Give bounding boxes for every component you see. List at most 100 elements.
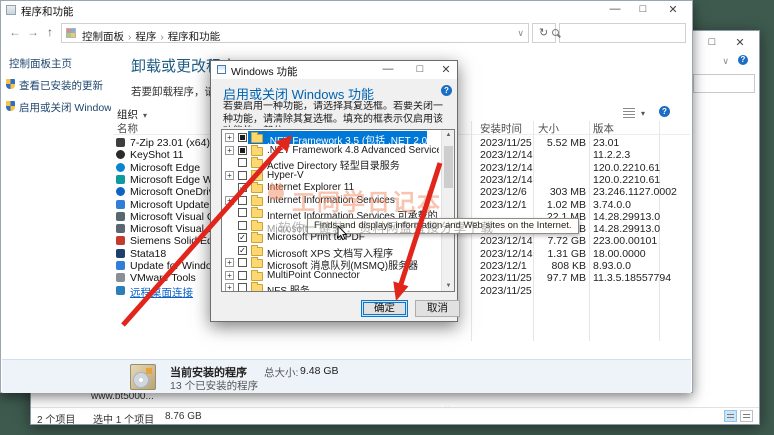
- folder-icon: [251, 194, 263, 206]
- explorer-close-button[interactable]: ✕: [729, 36, 751, 49]
- feature-checkbox[interactable]: [238, 258, 247, 267]
- feature-checkbox[interactable]: [238, 170, 247, 180]
- expander-icon[interactable]: +: [225, 133, 234, 142]
- status-size-label: 总大小:: [264, 367, 299, 379]
- feature-row[interactable]: + MultiPoint Connector: [222, 269, 441, 282]
- scrollbar-thumb[interactable]: [444, 146, 453, 188]
- sidebar-item-0[interactable]: 控制面板主页: [1, 55, 111, 71]
- feature-row[interactable]: Active Directory 轻型目录服务: [222, 156, 441, 172]
- ribbon-collapse-icon[interactable]: ∨: [722, 56, 729, 67]
- program-name[interactable]: VMware Tools: [130, 272, 222, 284]
- scroll-down-icon[interactable]: ▼: [442, 283, 454, 289]
- folder-icon: [251, 269, 263, 281]
- dialog-description: 若要启用一种功能，请选择其复选框。若要关闭一种功能，请清除其复选框。填充的框表示…: [223, 101, 443, 127]
- sidebar-link[interactable]: 启用或关闭 Windows 功能: [19, 100, 111, 115]
- feature-checkbox[interactable]: [238, 283, 247, 291]
- expander-icon[interactable]: +: [225, 195, 234, 205]
- program-name[interactable]: 7-Zip 23.01 (x64): [130, 137, 222, 149]
- feature-row[interactable]: + Microsoft 消息队列(MSMQ)服务器: [222, 256, 441, 272]
- folder-icon: [251, 157, 263, 168]
- explorer-item-count: 2 个项目: [37, 415, 76, 426]
- sidebar-link[interactable]: 查看已安装的更新: [19, 78, 111, 93]
- breadcrumb-item-0[interactable]: 控制面板: [82, 29, 124, 41]
- feature-row[interactable]: + .NET Framework 4.8 Advanced Services: [222, 144, 441, 157]
- breadcrumb[interactable]: 控制面板 › 程序 › 程序和功能 ∨: [61, 23, 529, 43]
- program-name[interactable]: Update for Windows: [130, 260, 222, 272]
- expander-icon[interactable]: +: [225, 258, 234, 267]
- breadcrumb-item-1[interactable]: 程序: [135, 29, 156, 41]
- large-icons-view-button[interactable]: [740, 410, 753, 422]
- program-version: 223.00.00101: [593, 235, 658, 248]
- program-version: 18.00.0000: [593, 247, 646, 260]
- feature-row[interactable]: ✓ Microsoft XPS 文档写入程序: [222, 244, 441, 260]
- program-name[interactable]: Microsoft Update He: [130, 199, 222, 211]
- sidebar-link[interactable]: 控制面板主页: [9, 56, 111, 71]
- up-button[interactable]: ↑: [47, 25, 53, 39]
- ok-button[interactable]: 确定: [361, 300, 408, 317]
- feature-checkbox[interactable]: [238, 145, 247, 155]
- sidebar: 控制面板主页查看已安装的更新启用或关闭 Windows 功能: [1, 49, 111, 356]
- expander-icon[interactable]: +: [225, 270, 234, 280]
- feature-checkbox[interactable]: ✓: [238, 245, 247, 255]
- sidebar-item-2[interactable]: 启用或关闭 Windows 功能: [1, 99, 111, 115]
- cancel-button[interactable]: 取消: [415, 300, 460, 317]
- close-button[interactable]: ✕: [662, 3, 684, 16]
- explorer-maximize-button[interactable]: □: [701, 36, 723, 48]
- column-version[interactable]: 版本: [593, 121, 614, 136]
- scroll-up-icon[interactable]: ▲: [442, 132, 454, 138]
- dialog-help-icon[interactable]: ?: [441, 85, 452, 96]
- program-install-date: 2023/12/14: [480, 161, 533, 174]
- column-name[interactable]: 名称: [117, 121, 138, 136]
- feature-checkbox[interactable]: [238, 208, 247, 217]
- maximize-button[interactable]: □: [632, 3, 654, 15]
- feature-checkbox[interactable]: [238, 133, 247, 142]
- program-name[interactable]: Microsoft Edge Web: [130, 174, 222, 186]
- feature-checkbox[interactable]: ✓: [238, 233, 247, 242]
- search-box[interactable]: [552, 23, 686, 43]
- program-name[interactable]: KeyShot 11: [130, 149, 222, 161]
- feature-row[interactable]: +.NET Framework 3.5 (包括 .NET 2.0 和 3.0): [222, 131, 441, 147]
- view-options-caret-icon[interactable]: ▾: [641, 109, 645, 118]
- details-view-button[interactable]: [724, 410, 737, 422]
- explorer-help-icon[interactable]: ?: [738, 55, 748, 65]
- program-name[interactable]: Siemens Solid Edge: [130, 235, 222, 247]
- program-name[interactable]: 远程桌面连接: [130, 285, 222, 300]
- feature-checkbox[interactable]: ✓: [238, 183, 247, 192]
- feature-checkbox[interactable]: [238, 270, 247, 280]
- feature-checkbox[interactable]: [238, 158, 247, 167]
- forward-button[interactable]: →: [27, 25, 39, 39]
- back-button[interactable]: ←: [9, 25, 21, 39]
- dialog-minimize-button[interactable]: —: [377, 63, 399, 75]
- program-version: 14.28.29913.0: [593, 210, 661, 223]
- program-name[interactable]: Microsoft Edge: [130, 162, 222, 174]
- expander-icon[interactable]: +: [225, 145, 234, 155]
- explorer-address-box[interactable]: [693, 74, 755, 93]
- main-help-icon[interactable]: ?: [659, 106, 670, 117]
- status-size-value: 9.48 GB: [300, 365, 339, 377]
- sidebar-item-1[interactable]: 查看已安装的更新: [1, 77, 111, 93]
- status-count: 13 个已安装的程序: [170, 380, 259, 392]
- program-size: 97.7 MB: [546, 272, 586, 285]
- expander-icon[interactable]: +: [225, 283, 234, 291]
- feature-row[interactable]: + NFS 服务: [222, 281, 441, 291]
- feature-checkbox[interactable]: [238, 195, 247, 205]
- explorer-statusbar: 2 个项目 选中 1 个项目 8.76 GB: [31, 407, 759, 426]
- expander-icon[interactable]: +: [225, 170, 234, 180]
- program-name[interactable]: Microsoft Visual C+: [130, 223, 222, 235]
- dialog-close-button[interactable]: ✕: [435, 63, 457, 76]
- column-install-date[interactable]: 安装时间: [480, 121, 522, 136]
- dialog-titlebar: Windows 功能 — □ ✕: [211, 61, 457, 79]
- program-name[interactable]: Microsoft OneDrive: [130, 186, 222, 198]
- features-scrollbar[interactable]: ▲ ▼: [441, 130, 454, 291]
- view-options-icon[interactable]: [623, 108, 635, 118]
- feature-row[interactable]: + Hyper-V: [222, 169, 441, 182]
- dialog-maximize-button[interactable]: □: [409, 63, 431, 75]
- feature-label: Hyper-V: [267, 169, 304, 181]
- breadcrumb-item-2[interactable]: 程序和功能: [168, 29, 221, 41]
- minimize-button[interactable]: —: [604, 3, 626, 15]
- program-name[interactable]: Stata18: [130, 248, 222, 260]
- column-size[interactable]: 大小: [538, 121, 559, 136]
- feature-checkbox[interactable]: [238, 220, 247, 230]
- address-dropdown-icon[interactable]: ∨: [517, 28, 524, 39]
- program-name[interactable]: Microsoft Visual C+: [130, 211, 222, 223]
